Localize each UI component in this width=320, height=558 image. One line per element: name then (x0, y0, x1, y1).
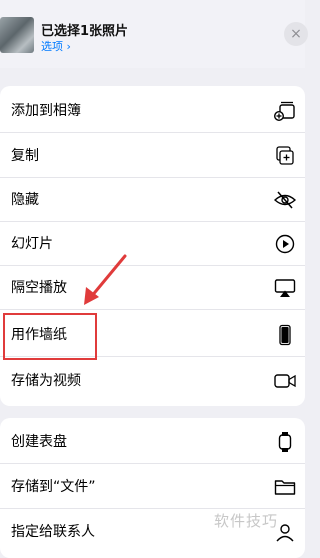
watermark-text: 软件技巧 (214, 512, 279, 530)
annotation-arrow (84, 254, 127, 305)
